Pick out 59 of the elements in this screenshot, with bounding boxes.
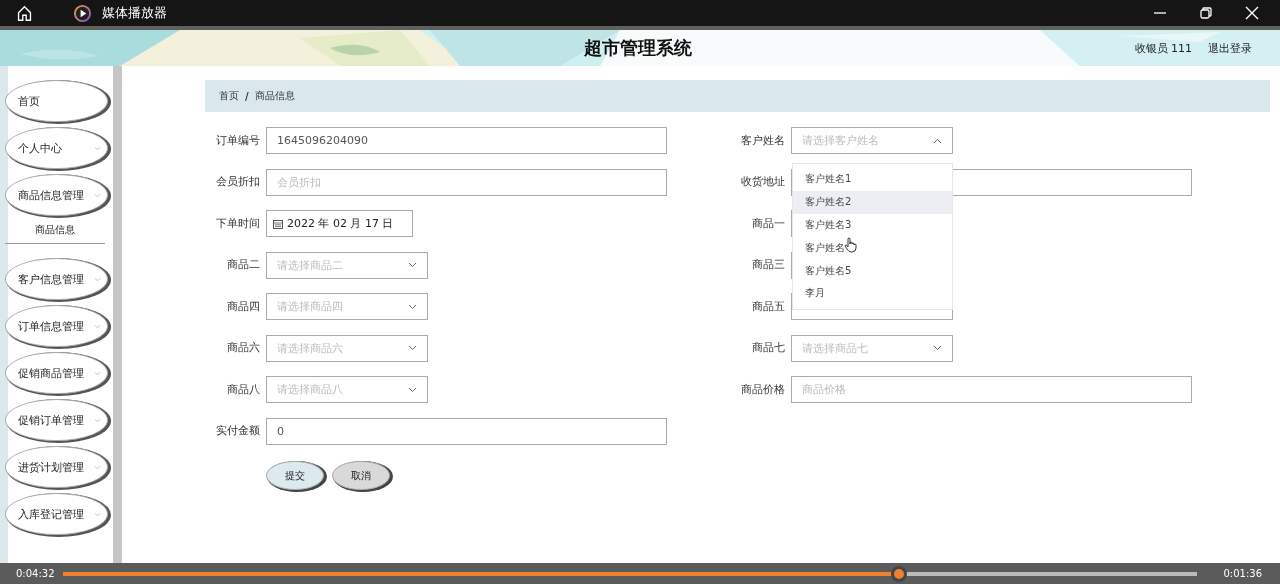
breadcrumb-link[interactable]: 首页 bbox=[219, 89, 239, 103]
field-label: 收货地址 bbox=[740, 175, 785, 189]
menu-item[interactable]: 订单信息管理 bbox=[5, 305, 108, 347]
field-label: 商品七 bbox=[751, 341, 785, 355]
menu-item[interactable]: 促销商品管理 bbox=[5, 352, 108, 394]
field-label: 商品四 bbox=[226, 299, 260, 314]
home-icon[interactable] bbox=[16, 4, 33, 22]
dropdown-option[interactable]: 客户姓名5 bbox=[793, 259, 952, 282]
field-label: 下单时间 bbox=[215, 216, 260, 231]
chevron-icon bbox=[94, 145, 101, 151]
dropdown-option[interactable]: 客户姓名3 bbox=[793, 213, 952, 237]
chevron-icon bbox=[94, 511, 101, 517]
dropdown-option[interactable]: 客户姓名1 bbox=[793, 168, 952, 191]
calendar-icon bbox=[273, 218, 283, 229]
restore-icon[interactable] bbox=[1198, 5, 1214, 21]
play-icon bbox=[73, 3, 92, 23]
logout-link[interactable]: 退出登录 bbox=[1208, 40, 1252, 56]
menu-item[interactable]: 促销订单管理 bbox=[5, 399, 108, 441]
remaining-time: 0:01:36 bbox=[1222, 568, 1263, 579]
field-label: 商品价格 bbox=[740, 382, 785, 397]
field-label: 会员折扣 bbox=[215, 175, 260, 189]
menu-item[interactable]: 个人中心 bbox=[5, 127, 108, 169]
menu-item[interactable]: 首页 bbox=[5, 80, 108, 122]
menu-item[interactable]: 商品信息管理 bbox=[5, 174, 108, 216]
page-title: 超市管理系统 bbox=[584, 36, 692, 60]
menu-item[interactable]: 进货计划管理 bbox=[5, 446, 108, 488]
chevron-icon bbox=[94, 323, 101, 329]
progress-handle[interactable] bbox=[890, 565, 907, 582]
date-field[interactable]: 2022 年 02 月 17 日 bbox=[266, 210, 413, 237]
field-label: 订单编号 bbox=[215, 133, 260, 148]
chevron-icon bbox=[94, 464, 101, 470]
submenu-item[interactable]: 商品信息 bbox=[5, 217, 105, 244]
field-label: 商品三 bbox=[751, 258, 785, 272]
user-label: 收银员 111 bbox=[1134, 40, 1192, 56]
close-icon[interactable] bbox=[1244, 5, 1260, 21]
chevron-icon bbox=[94, 276, 101, 282]
input-field[interactable]: 0 bbox=[266, 417, 667, 445]
field-label: 客户姓名 bbox=[740, 133, 785, 148]
app-title: 媒体播放器 bbox=[102, 4, 167, 22]
field-label: 商品一 bbox=[751, 216, 785, 231]
breadcrumb-separator: / bbox=[245, 90, 249, 102]
field-label: 商品六 bbox=[226, 341, 260, 355]
dropdown-option[interactable]: 客户姓名2 bbox=[793, 190, 952, 214]
dropdown-option[interactable]: 客户姓名 bbox=[793, 236, 952, 260]
chevron-icon bbox=[94, 192, 101, 198]
input-field[interactable]: 1645096204090 bbox=[266, 127, 667, 154]
breadcrumb-link[interactable]: 商品信息 bbox=[254, 89, 295, 103]
field-label: 商品五 bbox=[751, 299, 785, 314]
cancel-button[interactable]: 取消 bbox=[332, 461, 390, 490]
dropdown-option[interactable]: 李月 bbox=[793, 282, 952, 305]
field-label: 商品八 bbox=[226, 382, 260, 397]
field-label: 实付金额 bbox=[215, 424, 260, 438]
chevron-icon bbox=[94, 370, 101, 376]
menu-item[interactable]: 客户信息管理 bbox=[5, 258, 108, 300]
menu-item[interactable]: 入库登记管理 bbox=[5, 493, 108, 535]
chevron-icon bbox=[94, 417, 101, 423]
elapsed-time: 0:04:32 bbox=[15, 568, 56, 579]
submit-button[interactable]: 提交 bbox=[266, 461, 324, 490]
field-label: 商品二 bbox=[226, 258, 260, 272]
